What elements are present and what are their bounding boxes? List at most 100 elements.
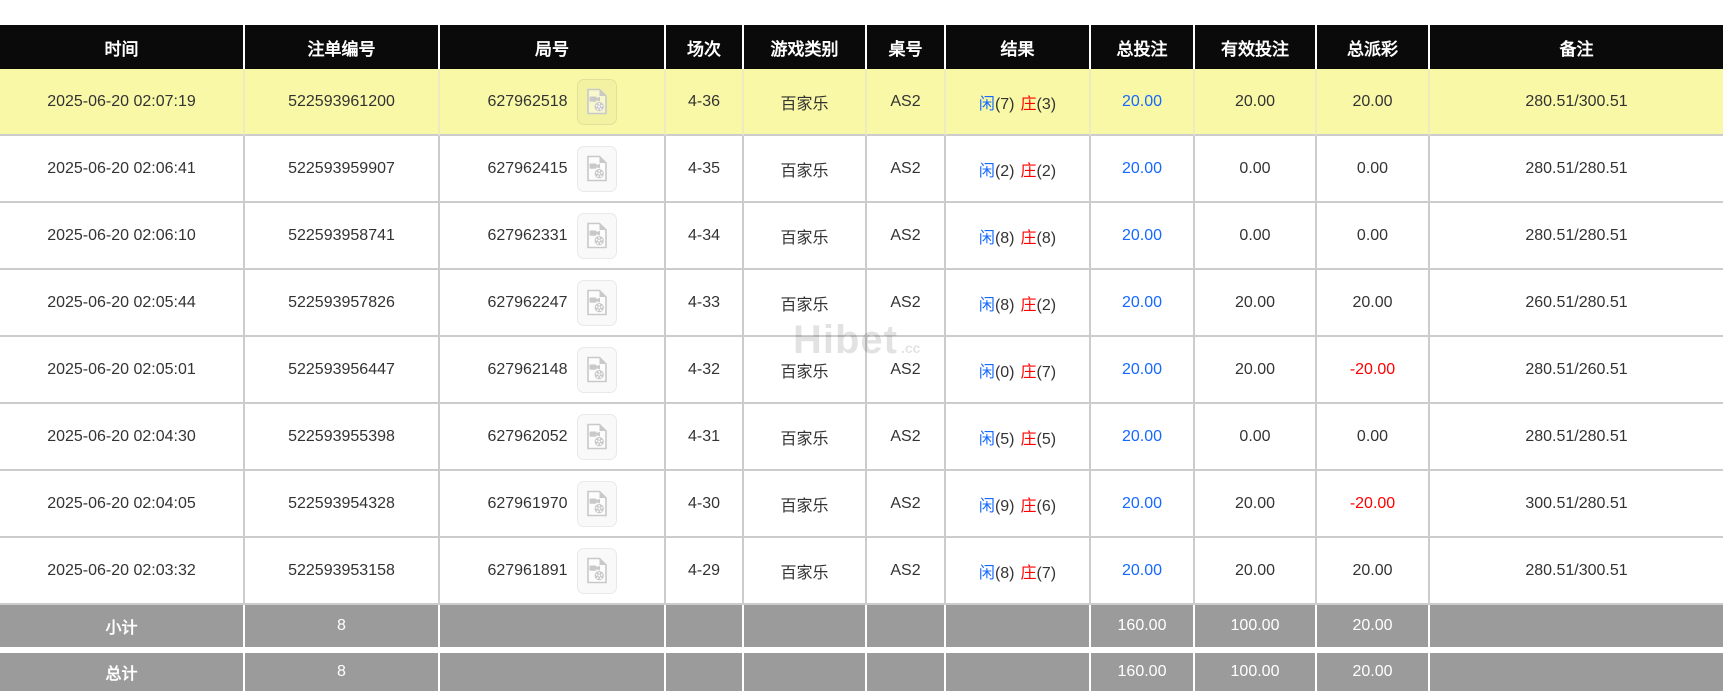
result-player-score: (8) (995, 565, 1015, 582)
total-count: 8 (245, 653, 440, 691)
cell-table-no: AS2 (867, 337, 946, 404)
cell-round: 627961970 (440, 471, 666, 538)
video-replay-button[interactable] (577, 414, 617, 460)
col-header-time: 时间 (0, 25, 245, 69)
col-header-table-no: 桌号 (867, 25, 946, 69)
video-replay-button[interactable] (577, 347, 617, 393)
cell-session: 4-34 (666, 203, 744, 270)
result-player-label: 闲 (979, 565, 995, 582)
result-player-score: (8) (995, 297, 1015, 314)
cell-bet-id: 522593955398 (245, 404, 440, 471)
cell-valid-bet: 20.00 (1195, 471, 1317, 538)
result-player-label: 闲 (979, 364, 995, 381)
cell-total-bet: 20.00 (1091, 404, 1195, 471)
cell-time: 2025-06-20 02:07:19 (0, 69, 245, 136)
col-header-valid-bet: 有效投注 (1195, 25, 1317, 69)
result-banker-score: (2) (1037, 163, 1057, 180)
cell-valid-bet: 20.00 (1195, 69, 1317, 136)
cell-remark: 280.51/300.51 (1430, 69, 1723, 136)
cell-time: 2025-06-20 02:04:05 (0, 471, 245, 538)
video-replay-button[interactable] (577, 79, 617, 125)
cell-remark: 280.51/260.51 (1430, 337, 1723, 404)
cell-remark: 280.51/280.51 (1430, 203, 1723, 270)
col-header-bet-id: 注单编号 (245, 25, 440, 69)
table-row: 2025-06-20 02:07:19 522593961200 6279625… (0, 69, 1723, 136)
cell-payout: 20.00 (1317, 69, 1430, 136)
cell-remark: 280.51/280.51 (1430, 136, 1723, 203)
cell-total-bet: 20.00 (1091, 538, 1195, 605)
result-banker-score: (2) (1037, 297, 1057, 314)
cell-session: 4-29 (666, 538, 744, 605)
cell-table-no: AS2 (867, 538, 946, 605)
cell-round: 627962518 (440, 69, 666, 136)
cell-total-bet: 20.00 (1091, 203, 1195, 270)
cell-payout: -20.00 (1317, 471, 1430, 538)
total-row: 总计 8 160.00 100.00 20.00 (0, 653, 1723, 691)
cell-round: 627962415 (440, 136, 666, 203)
cell-bet-id: 522593953158 (245, 538, 440, 605)
cell-total-bet: 20.00 (1091, 337, 1195, 404)
video-replay-button[interactable] (577, 481, 617, 527)
col-header-result: 结果 (946, 25, 1091, 69)
video-replay-button[interactable] (577, 280, 617, 326)
video-replay-button[interactable] (577, 213, 617, 259)
cell-valid-bet: 20.00 (1195, 270, 1317, 337)
result-player-score: (8) (995, 230, 1015, 247)
result-banker-label: 庄 (1021, 364, 1037, 381)
cell-bet-id: 522593956447 (245, 337, 440, 404)
cell-valid-bet: 20.00 (1195, 538, 1317, 605)
result-player-score: (0) (995, 364, 1015, 381)
cell-session: 4-35 (666, 136, 744, 203)
cell-table-no: AS2 (867, 203, 946, 270)
result-player-score: (5) (995, 431, 1015, 448)
video-replay-button[interactable] (577, 548, 617, 594)
video-file-icon (586, 88, 608, 115)
cell-game-type: 百家乐 (744, 69, 867, 136)
result-player-score: (2) (995, 163, 1015, 180)
cell-game-type: 百家乐 (744, 404, 867, 471)
video-file-icon (586, 155, 608, 182)
cell-time: 2025-06-20 02:06:10 (0, 203, 245, 270)
cell-valid-bet: 0.00 (1195, 203, 1317, 270)
cell-result: 闲(8)庄(2) (946, 270, 1091, 337)
subtotal-total-bet: 160.00 (1091, 605, 1195, 647)
subtotal-payout: 20.00 (1317, 605, 1430, 647)
cell-payout: 0.00 (1317, 203, 1430, 270)
video-replay-button[interactable] (577, 146, 617, 192)
result-player-label: 闲 (979, 498, 995, 515)
cell-payout: 0.00 (1317, 136, 1430, 203)
total-label: 总计 (0, 653, 245, 691)
cell-game-type: 百家乐 (744, 136, 867, 203)
cell-session: 4-30 (666, 471, 744, 538)
result-banker-label: 庄 (1021, 163, 1037, 180)
table-row: 2025-06-20 02:06:10 522593958741 6279623… (0, 203, 1723, 270)
round-number: 627962052 (487, 428, 567, 446)
result-banker-label: 庄 (1021, 96, 1037, 113)
result-banker-score: (7) (1037, 364, 1057, 381)
result-banker-label: 庄 (1021, 230, 1037, 247)
cell-session: 4-36 (666, 69, 744, 136)
cell-round: 627962247 (440, 270, 666, 337)
cell-result: 闲(9)庄(6) (946, 471, 1091, 538)
cell-result: 闲(2)庄(2) (946, 136, 1091, 203)
cell-remark: 260.51/280.51 (1430, 270, 1723, 337)
subtotal-row: 小计 8 160.00 100.00 20.00 (0, 605, 1723, 647)
result-player-label: 闲 (979, 96, 995, 113)
cell-game-type: 百家乐 (744, 203, 867, 270)
video-file-icon (586, 423, 608, 450)
cell-game-type: 百家乐 (744, 337, 867, 404)
cell-time: 2025-06-20 02:05:01 (0, 337, 245, 404)
result-player-label: 闲 (979, 230, 995, 247)
round-number: 627962148 (487, 361, 567, 379)
result-player-label: 闲 (979, 431, 995, 448)
cell-bet-id: 522593957826 (245, 270, 440, 337)
video-file-icon (586, 557, 608, 584)
cell-bet-id: 522593959907 (245, 136, 440, 203)
cell-total-bet: 20.00 (1091, 136, 1195, 203)
table-summary: 小计 8 160.00 100.00 20.00 总计 8 160.00 100… (0, 605, 1723, 691)
result-banker-score: (6) (1037, 498, 1057, 515)
col-header-remark: 备注 (1430, 25, 1723, 69)
cell-valid-bet: 20.00 (1195, 337, 1317, 404)
round-number: 627961970 (487, 495, 567, 513)
cell-remark: 280.51/300.51 (1430, 538, 1723, 605)
